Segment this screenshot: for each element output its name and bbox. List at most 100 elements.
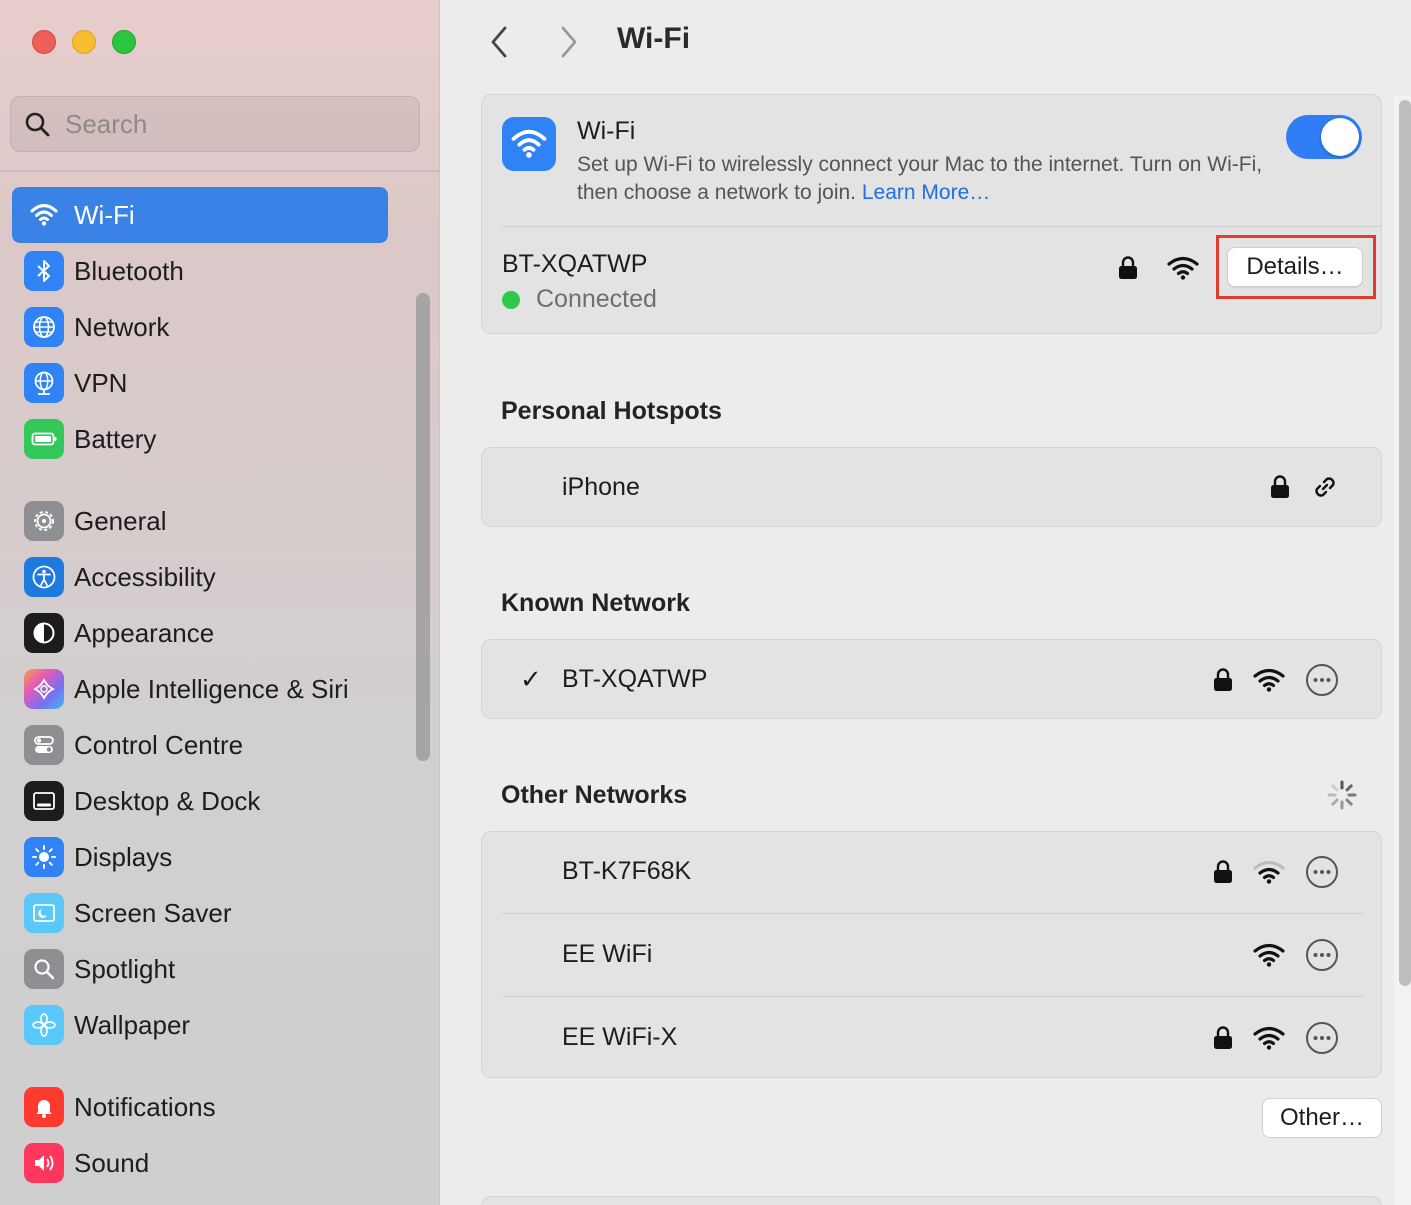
list-item[interactable]: EE WiFi-X xyxy=(482,998,1383,1078)
more-options-button[interactable] xyxy=(1304,937,1340,973)
network-name: BT-XQATWP xyxy=(562,665,708,693)
sidebar-item-label: Notifications xyxy=(74,1091,216,1122)
sidebar-list: Wi-Fi Bluetooth Network VPN Battery Gene… xyxy=(12,187,388,1191)
sidebar-separator xyxy=(0,170,439,172)
card-divider xyxy=(502,226,1381,227)
sidebar-item-label: Apple Intelligence & Siri xyxy=(74,673,349,704)
control-centre-icon xyxy=(24,725,64,765)
chevron-left-icon xyxy=(491,26,507,58)
other-network-button[interactable]: Other… xyxy=(1262,1098,1382,1138)
sidebar-item-wifi[interactable]: Wi-Fi xyxy=(12,187,388,243)
current-network-name: BT-XQATWP xyxy=(502,250,648,278)
sidebar-item-label: Wallpaper xyxy=(74,1009,191,1040)
sidebar-item-label: Control Centre xyxy=(74,729,244,760)
sidebar-item-vpn[interactable]: VPN xyxy=(12,355,388,411)
row-divider xyxy=(502,913,1363,914)
window-controls xyxy=(32,30,136,54)
lock-icon xyxy=(1211,859,1235,885)
wifi-app-icon xyxy=(502,117,556,171)
sidebar-item-displays[interactable]: Displays xyxy=(12,829,388,885)
flower-icon xyxy=(24,1005,64,1045)
wifi-signal-icon xyxy=(1252,667,1286,693)
sidebar-item-label: Battery xyxy=(74,423,157,454)
connection-status: Connected xyxy=(502,285,657,314)
sidebar-item-screen-saver[interactable]: Screen Saver xyxy=(12,885,388,941)
appearance-icon xyxy=(24,613,64,653)
list-item[interactable]: BT-K7F68K xyxy=(482,832,1383,912)
bell-icon xyxy=(24,1087,64,1127)
chevron-right-icon xyxy=(561,26,577,58)
ellipsis-icon xyxy=(1306,939,1338,971)
sidebar-item-bluetooth[interactable]: Bluetooth xyxy=(12,243,388,299)
accessibility-icon xyxy=(24,557,64,597)
connected-dot-icon xyxy=(502,290,520,309)
page-title: Wi-Fi xyxy=(617,22,691,55)
search-icon xyxy=(25,112,50,137)
status-text: Connected xyxy=(536,285,657,313)
forward-button[interactable] xyxy=(553,24,583,60)
sidebar-item-desktop-dock[interactable]: Desktop & Dock xyxy=(12,773,388,829)
more-options-button[interactable] xyxy=(1304,854,1340,890)
list-item[interactable]: ✓ BT-XQATWP xyxy=(482,640,1383,720)
back-button[interactable] xyxy=(485,24,515,60)
sun-icon xyxy=(24,837,64,877)
section-title-other-networks: Other Networks xyxy=(501,781,688,809)
sidebar-item-label: Desktop & Dock xyxy=(74,785,261,816)
network-name: iPhone xyxy=(562,473,640,501)
wifi-card: Wi-Fi Set up Wi-Fi to wirelessly connect… xyxy=(481,94,1382,334)
search-input[interactable] xyxy=(65,108,395,140)
minimize-window-button[interactable] xyxy=(72,30,96,54)
sidebar-item-control-centre[interactable]: Control Centre xyxy=(12,717,388,773)
known-network-card: ✓ BT-XQATWP xyxy=(481,639,1382,719)
lock-icon xyxy=(1211,667,1235,693)
sidebar-item-accessibility[interactable]: Accessibility xyxy=(12,549,388,605)
sidebar-item-label: Spotlight xyxy=(74,953,176,984)
main-content: Wi-Fi Wi-Fi Set up Wi-Fi to wirelessly c… xyxy=(441,0,1411,1205)
sidebar-item-label: Accessibility xyxy=(74,561,216,592)
next-card-partial xyxy=(481,1196,1382,1205)
sidebar-item-spotlight[interactable]: Spotlight xyxy=(12,941,388,997)
wifi-toggle[interactable] xyxy=(1286,115,1362,159)
wifi-signal-icon xyxy=(1252,942,1286,968)
search-field[interactable] xyxy=(10,96,420,152)
other-networks-card: BT-K7F68K EE WiFi EE WiFi-X xyxy=(481,831,1382,1078)
sidebar-item-battery[interactable]: Battery xyxy=(12,411,388,467)
sidebar-item-appearance[interactable]: Appearance xyxy=(12,605,388,661)
close-window-button[interactable] xyxy=(32,30,56,54)
sidebar-item-network[interactable]: Network xyxy=(12,299,388,355)
wifi-icon xyxy=(24,195,64,235)
more-options-button[interactable] xyxy=(1304,1020,1340,1056)
main-scrollbar[interactable] xyxy=(1399,100,1411,986)
list-item[interactable]: EE WiFi xyxy=(482,915,1383,995)
sidebar-item-notifications[interactable]: Notifications xyxy=(12,1079,388,1135)
wifi-signal-weak-icon xyxy=(1252,859,1286,885)
sidebar-item-siri[interactable]: Apple Intelligence & Siri xyxy=(12,661,388,717)
sidebar: Wi-Fi Bluetooth Network VPN Battery xyxy=(0,0,440,1205)
lock-icon xyxy=(1268,474,1292,500)
list-item[interactable]: iPhone xyxy=(482,448,1383,528)
toggle-knob xyxy=(1321,118,1359,156)
learn-more-link[interactable]: Learn More… xyxy=(862,181,990,204)
details-button[interactable]: Details… xyxy=(1227,247,1363,287)
wifi-signal-icon xyxy=(1252,1025,1286,1051)
sidebar-scrollbar[interactable] xyxy=(416,293,430,761)
globe-icon xyxy=(24,307,64,347)
hotspots-card: iPhone xyxy=(481,447,1382,527)
sidebar-item-general[interactable]: General xyxy=(12,493,388,549)
link-icon xyxy=(1310,472,1340,502)
zoom-window-button[interactable] xyxy=(112,30,136,54)
speaker-icon xyxy=(24,1143,64,1183)
screen-saver-icon xyxy=(24,893,64,933)
network-name: BT-K7F68K xyxy=(562,857,692,885)
magnifier-icon xyxy=(24,949,64,989)
sidebar-item-wallpaper[interactable]: Wallpaper xyxy=(12,997,388,1053)
sidebar-item-label: Appearance xyxy=(74,617,215,648)
sidebar-item-label: General xyxy=(74,505,167,536)
section-title-known-network: Known Network xyxy=(501,589,690,617)
sidebar-item-sound[interactable]: Sound xyxy=(12,1135,388,1191)
sidebar-item-label: Screen Saver xyxy=(74,897,232,928)
sidebar-item-label: Sound xyxy=(74,1147,150,1178)
bluetooth-icon xyxy=(24,251,64,291)
more-options-button[interactable] xyxy=(1304,662,1340,698)
siri-icon xyxy=(24,669,64,709)
